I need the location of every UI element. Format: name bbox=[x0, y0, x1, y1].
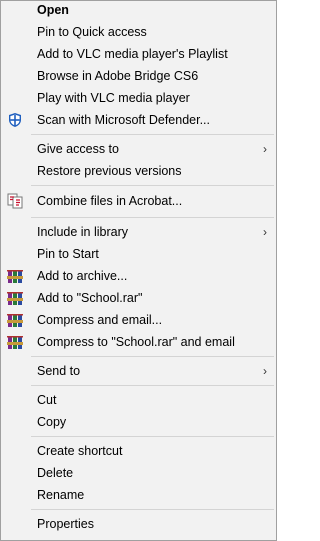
menu-item-label: Compress to "School.rar" and email bbox=[37, 335, 235, 349]
menu-item-label: Properties bbox=[37, 517, 94, 531]
chevron-right-icon: › bbox=[263, 364, 267, 378]
menu-separator bbox=[31, 436, 274, 437]
menu-separator bbox=[31, 134, 274, 135]
chevron-right-icon: › bbox=[263, 142, 267, 156]
winrar-books-icon bbox=[7, 290, 23, 306]
menu-item-label: Add to archive... bbox=[37, 269, 128, 283]
menu-item-label: Add to VLC media player's Playlist bbox=[37, 47, 228, 61]
acrobat-combine-icon bbox=[7, 193, 23, 209]
menu-separator bbox=[31, 217, 274, 218]
menu-item-label: Copy bbox=[37, 415, 67, 429]
menu-item-vlc-playlist[interactable]: Add to VLC media player's Playlist bbox=[1, 43, 276, 65]
menu-item-label: Send to bbox=[37, 364, 81, 378]
menu-item-label: Compress and email... bbox=[37, 313, 163, 327]
menu-item-properties[interactable]: Properties bbox=[1, 513, 276, 535]
menu-item-delete[interactable]: Delete bbox=[1, 462, 276, 484]
menu-item-restore-versions[interactable]: Restore previous versions bbox=[1, 160, 276, 182]
winrar-books-icon bbox=[7, 312, 23, 328]
menu-item-cut[interactable]: Cut bbox=[1, 389, 276, 411]
menu-separator bbox=[31, 356, 274, 357]
menu-item-label: Include in library bbox=[37, 225, 129, 239]
menu-item-label: Combine files in Acrobat... bbox=[37, 194, 183, 208]
menu-separator bbox=[31, 509, 274, 510]
menu-item-rename[interactable]: Rename bbox=[1, 484, 276, 506]
menu-item-label: Restore previous versions bbox=[37, 164, 182, 178]
menu-item-acrobat-combine[interactable]: Combine files in Acrobat... bbox=[1, 190, 276, 212]
menu-item-open[interactable]: Open bbox=[1, 1, 276, 21]
menu-item-include-library[interactable]: Include in library › bbox=[1, 221, 276, 243]
menu-item-add-rar[interactable]: Add to "School.rar" bbox=[1, 287, 276, 309]
menu-item-label: Open bbox=[37, 3, 69, 17]
menu-separator bbox=[31, 385, 274, 386]
menu-item-label: Browse in Adobe Bridge CS6 bbox=[37, 69, 199, 83]
menu-item-vlc-play[interactable]: Play with VLC media player bbox=[1, 87, 276, 109]
menu-item-label: Create shortcut bbox=[37, 444, 123, 458]
menu-item-adobe-bridge[interactable]: Browse in Adobe Bridge CS6 bbox=[1, 65, 276, 87]
menu-item-defender-scan[interactable]: Scan with Microsoft Defender... bbox=[1, 109, 276, 131]
menu-item-label: Play with VLC media player bbox=[37, 91, 190, 105]
winrar-books-icon bbox=[7, 334, 23, 350]
menu-item-label: Add to "School.rar" bbox=[37, 291, 143, 305]
menu-item-create-shortcut[interactable]: Create shortcut bbox=[1, 440, 276, 462]
shield-icon bbox=[7, 112, 23, 128]
menu-item-give-access[interactable]: Give access to › bbox=[1, 138, 276, 160]
menu-item-compress-rar-email[interactable]: Compress to "School.rar" and email bbox=[1, 331, 276, 353]
menu-item-label: Pin to Start bbox=[37, 247, 99, 261]
menu-item-label: Delete bbox=[37, 466, 74, 480]
menu-item-pin-quick-access[interactable]: Pin to Quick access bbox=[1, 21, 276, 43]
menu-item-label: Give access to bbox=[37, 142, 119, 156]
menu-item-compress-email[interactable]: Compress and email... bbox=[1, 309, 276, 331]
menu-item-label: Cut bbox=[37, 393, 57, 407]
menu-item-copy[interactable]: Copy bbox=[1, 411, 276, 433]
menu-item-label: Scan with Microsoft Defender... bbox=[37, 113, 210, 127]
winrar-books-icon bbox=[7, 268, 23, 284]
menu-separator bbox=[31, 185, 274, 186]
menu-item-pin-start[interactable]: Pin to Start bbox=[1, 243, 276, 265]
menu-item-send-to[interactable]: Send to › bbox=[1, 360, 276, 382]
context-menu: Open Pin to Quick access Add to VLC medi… bbox=[0, 0, 277, 541]
menu-item-label: Pin to Quick access bbox=[37, 25, 147, 39]
menu-item-label: Rename bbox=[37, 488, 85, 502]
chevron-right-icon: › bbox=[263, 225, 267, 239]
menu-item-add-archive[interactable]: Add to archive... bbox=[1, 265, 276, 287]
